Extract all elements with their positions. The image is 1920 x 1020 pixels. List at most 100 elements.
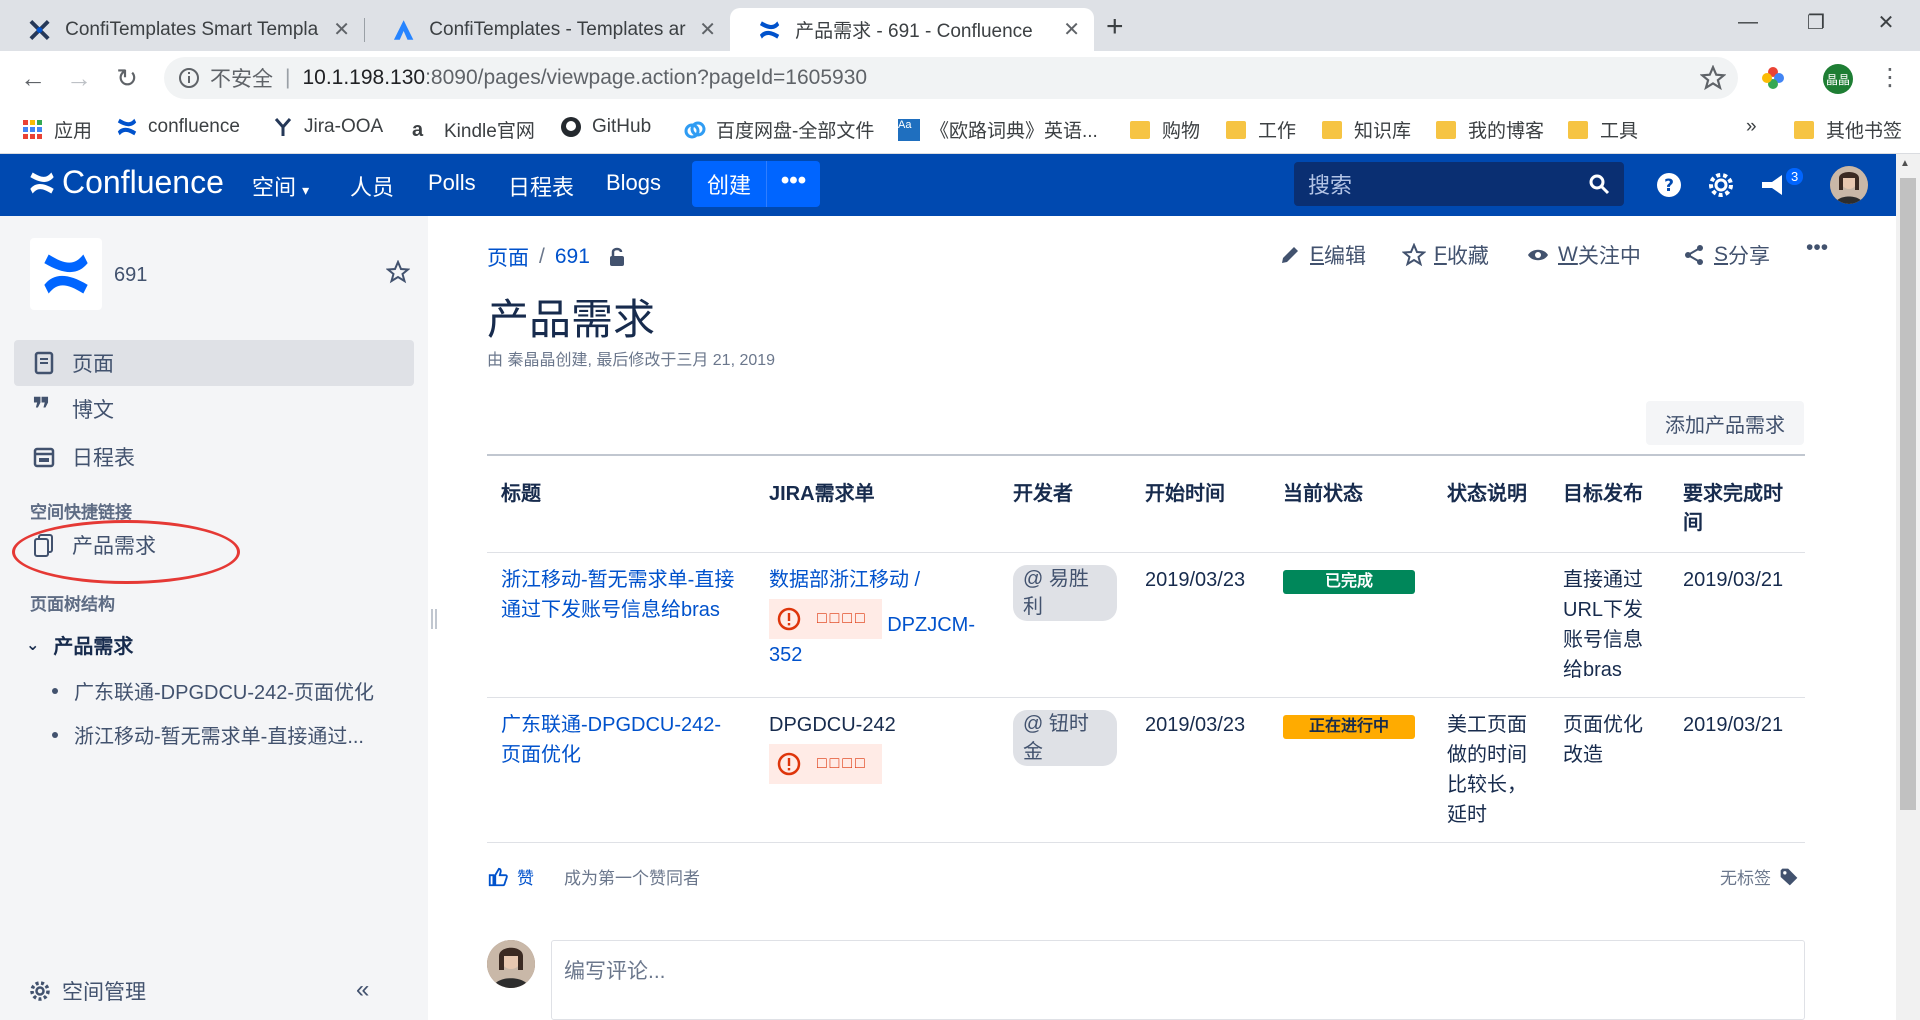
notification-megaphone-icon[interactable] [1756,168,1790,202]
space-logo[interactable] [30,238,102,310]
bookmark-folder-blog[interactable]: 我的博客 [1436,116,1544,143]
status-note: 美工页面做的时间比较长，延时 [1433,697,1549,843]
tab-close-icon[interactable]: ✕ [333,17,350,42]
confluence-logo[interactable]: Confluence [28,164,224,201]
tab-close-icon[interactable]: ✕ [1063,17,1080,42]
sidebar-item-calendars[interactable]: 日程表 [14,434,414,480]
browser-tab-3-active[interactable]: 产品需求 - 691 - Confluence ✕ [730,8,1094,51]
collapse-sidebar-button[interactable]: « [356,976,369,1004]
bookmark-apps[interactable]: 应用 [22,116,92,143]
nav-spaces[interactable]: 空间 ▾ [252,170,309,202]
thumbs-up-icon[interactable] [487,866,509,888]
error-icon [777,752,801,776]
help-icon[interactable]: ? [1652,168,1686,202]
forward-arrow-icon[interactable]: → [62,61,96,95]
edit-button[interactable]: E 编辑 [1278,240,1366,270]
minimize-button[interactable]: — [1718,4,1778,40]
address-divider: | [285,66,291,89]
browser-tab-2[interactable]: ConfiTemplates - Templates ar ✕ [364,8,730,51]
bookmark-other[interactable]: 其他书签 [1794,116,1902,143]
like-button[interactable]: 赞 [517,864,534,889]
favourite-button[interactable]: F 收藏 [1402,240,1489,270]
address-bar[interactable]: 不安全 | 10.1.198.130 :8090/pages/viewpage.… [164,57,1738,99]
like-row: 赞 成为第一个赞同者 [487,864,700,889]
nav-calendars[interactable]: 日程表 [508,170,574,202]
browser-tab-1[interactable]: ConfiTemplates Smart Templa ✕ [0,8,364,51]
nav-polls[interactable]: Polls [428,170,476,196]
jira-project-link[interactable]: 数据部浙江移动 / [769,569,920,591]
baidu-pan-icon [684,121,706,138]
add-requirement-button[interactable]: 添加产品需求 [1646,401,1804,445]
browser-menu-icon[interactable]: ⋮ [1878,63,1902,92]
bookmark-jira[interactable]: Jira-OOA [272,116,383,138]
scroll-up-arrow-icon[interactable]: ▲ [1900,158,1910,169]
bookmark-star-icon[interactable] [1700,65,1726,91]
tab-close-icon[interactable]: ✕ [699,17,716,42]
bookmark-label: 其他书签 [1826,121,1903,142]
tree-item[interactable]: 浙江移动-暂无需求单-直接通过... [52,720,364,749]
favourite-label: 收藏 [1446,245,1489,268]
space-admin-link[interactable]: 空间管理 [28,976,146,1006]
sidebar-item-pages[interactable]: 页面 [14,340,414,386]
watch-button[interactable]: W 关注中 [1526,240,1641,270]
nav-people[interactable]: 人员 [350,170,394,202]
comment-input[interactable]: 编写评论... [551,940,1805,1020]
page-tree-heading: 页面树结构 [30,595,115,614]
bookmark-kindle[interactable]: a Kindle官网 [412,116,535,143]
restore-button[interactable]: ❐ [1786,4,1846,40]
gear-icon[interactable] [1704,168,1738,202]
like-description: 成为第一个赞同者 [564,869,700,888]
unlock-icon[interactable] [606,246,628,268]
favorite-star-icon[interactable] [386,260,410,284]
space-name[interactable]: 691 [114,264,147,287]
bookmark-baidu-pan[interactable]: 百度网盘-全部文件 [684,116,874,143]
bookmark-folder-knowledge[interactable]: 知识库 [1322,116,1411,143]
jira-error-text: □□□□ [817,610,868,627]
bullet-icon [52,731,58,738]
share-button[interactable]: S 分享 [1682,240,1770,270]
bookmark-folder-tools[interactable]: 工具 [1568,116,1638,143]
requirement-title-link[interactable]: 浙江移动-暂无需求单-直接通过下发账号信息给bras [501,569,734,621]
sidebar-item-blog[interactable]: ❞ 博文 [14,386,414,432]
more-actions-button[interactable]: ••• [1806,236,1828,260]
quote-icon: ❞ [32,391,51,427]
breadcrumb-space[interactable]: 691 [555,245,590,269]
bookmark-github[interactable]: GitHub [560,116,651,138]
reload-icon[interactable]: ↻ [110,61,144,95]
new-tab-button[interactable]: + [1106,10,1124,44]
back-arrow-icon[interactable]: ← [16,61,50,95]
sidebar-resize-handle[interactable] [431,609,437,629]
nav-blogs[interactable]: Blogs [606,170,661,196]
create-button[interactable]: 创建 [692,168,766,200]
scrollbar-thumb[interactable] [1900,178,1916,810]
labels-area[interactable]: 无标签 [1720,864,1799,889]
security-label: 不安全 [210,68,273,91]
bookmark-confluence[interactable]: confluence [116,116,240,138]
bookmarks-overflow-button[interactable]: » [1746,116,1757,138]
user-avatar[interactable] [1830,166,1868,204]
extension-icon[interactable] [1760,65,1786,91]
info-icon[interactable] [178,67,200,89]
profile-avatar[interactable]: 晶晶 [1823,64,1853,94]
chevron-down-icon[interactable]: ⌄ [26,635,39,655]
sidebar-item-label: 博文 [72,399,114,422]
bookmark-folder-shopping[interactable]: 购物 [1130,116,1200,143]
bookmarks-bar: 应用 confluence Jira-OOA a Kindle官网 GitHub… [0,106,1920,154]
breadcrumb-pages[interactable]: 页面 [487,242,529,272]
create-more-button[interactable]: ••• [766,161,820,207]
user-mention[interactable]: @ 钮时金 [1013,710,1117,766]
favourite-shortcut-key: F [1434,243,1447,266]
user-mention[interactable]: @ 易胜利 [1013,565,1117,621]
bookmark-folder-work[interactable]: 工作 [1226,116,1296,143]
requirement-title-link[interactable]: 广东联通-DPGDCU-242-页面优化 [501,714,721,766]
search-input[interactable]: 搜索 [1294,162,1624,206]
bookmark-eudic[interactable]: Aa 《欧路词典》英语... [898,116,1098,143]
target-release: 页面优化改造 [1549,697,1669,843]
folder-icon [1436,120,1456,139]
tree-item[interactable]: 广东联通-DPGDCU-242-页面优化 [52,676,374,705]
confitemplates-icon [29,19,50,40]
window-close-button[interactable]: ✕ [1856,4,1916,40]
pencil-icon [1282,247,1298,263]
share-shortcut-key: S [1714,243,1729,266]
tree-root-product-requirements[interactable]: ⌄ 产品需求 [26,630,133,659]
